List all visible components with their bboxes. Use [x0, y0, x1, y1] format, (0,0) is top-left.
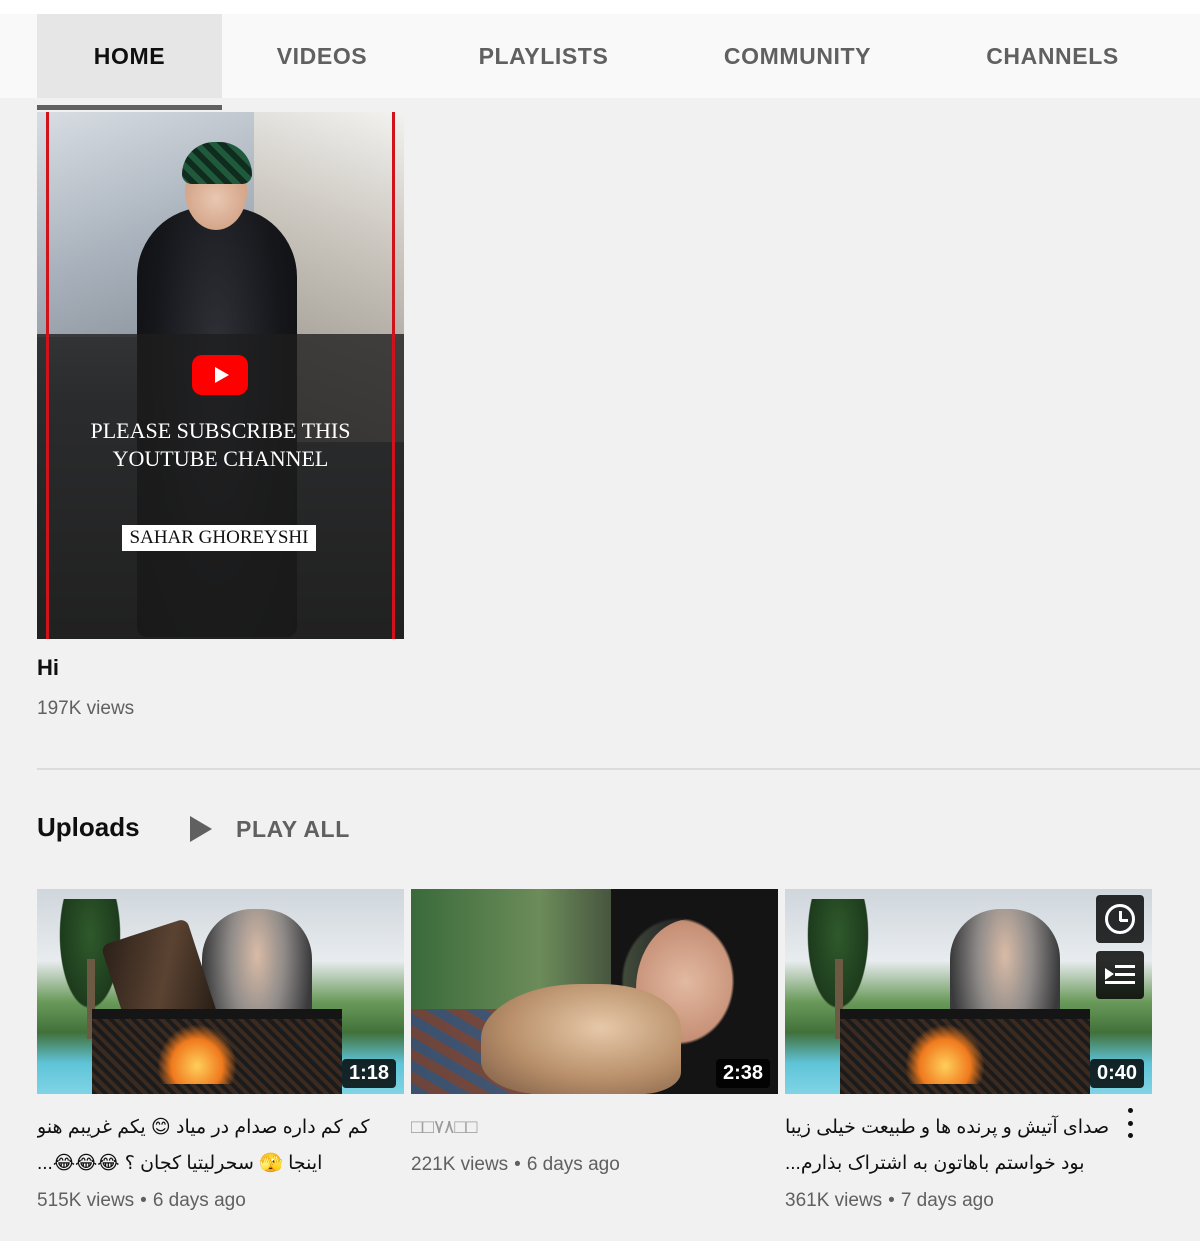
video-views: 221K views	[411, 1154, 509, 1175]
thumb-hand	[481, 984, 681, 1094]
meta-separator: •	[514, 1154, 521, 1175]
more-actions-button[interactable]	[1126, 1108, 1134, 1138]
meta-separator: •	[140, 1190, 147, 1211]
kebab-icon	[1127, 1133, 1133, 1138]
video-meta: 221K views • 6 days ago	[411, 1154, 778, 1176]
thumb-red-line-left	[46, 112, 49, 639]
video-duration: 0:40	[1089, 1059, 1144, 1088]
video-meta: 361K views • 7 days ago	[785, 1190, 1152, 1212]
video-duration: 2:38	[715, 1059, 770, 1088]
tab-videos[interactable]: VIDEOS	[232, 14, 412, 98]
video-age: 6 days ago	[526, 1154, 620, 1175]
video-card[interactable]: 0:40 صدای آتیش و پرنده ها و طبیعت خیلی ز…	[785, 889, 1152, 1212]
thumb-red-line-right	[392, 112, 395, 639]
video-card[interactable]: 1:18 کم کم داره صدام در میاد 😊 یکم غریبم…	[37, 889, 404, 1212]
video-thumbnail[interactable]: 1:18	[37, 889, 404, 1094]
video-title[interactable]: کم کم داره صدام در میاد 😊 یکم غریبم هنو …	[37, 1110, 404, 1182]
tab-channels[interactable]: CHANNELS	[960, 14, 1145, 98]
video-duration: 1:18	[341, 1059, 396, 1088]
queue-icon	[1105, 964, 1135, 986]
add-to-queue-button[interactable]	[1096, 951, 1144, 999]
video-views: 361K views	[785, 1190, 883, 1211]
channel-tab-bar: HOME VIDEOS PLAYLISTS COMMUNITY CHANNELS	[0, 0, 1200, 110]
featured-video-title[interactable]: Hi	[37, 655, 59, 681]
thumb-channel-name: SAHAR GHOREYSHI	[122, 525, 316, 551]
clock-icon	[1105, 904, 1135, 934]
video-title[interactable]: □□۷۸□□	[411, 1110, 778, 1146]
video-thumbnail[interactable]: 0:40	[785, 889, 1152, 1094]
featured-video-thumbnail[interactable]: PLEASE SUBSCRIBE THIS YOUTUBE CHANNEL SA…	[37, 112, 404, 639]
section-divider	[37, 768, 1200, 770]
thumb-fire	[157, 1024, 237, 1084]
play-icon	[190, 816, 212, 842]
video-meta: 515K views • 6 days ago	[37, 1190, 404, 1212]
thumb-fire	[905, 1024, 985, 1084]
kebab-icon	[1127, 1120, 1133, 1126]
video-thumbnail[interactable]: 2:38	[411, 889, 778, 1094]
video-views: 515K views	[37, 1190, 135, 1211]
watch-later-button[interactable]	[1096, 895, 1144, 943]
tab-playlists[interactable]: PLAYLISTS	[452, 14, 635, 98]
play-all-label: PLAY ALL	[236, 815, 350, 842]
meta-separator: •	[888, 1190, 895, 1211]
tab-home[interactable]: HOME	[37, 14, 222, 110]
thumb-subscribe-text: PLEASE SUBSCRIBE THIS YOUTUBE CHANNEL	[90, 418, 351, 471]
video-title[interactable]: صدای آتیش و پرنده ها و طبیعت خیلی زیبا ب…	[785, 1110, 1152, 1182]
video-age: 7 days ago	[900, 1190, 994, 1211]
uploads-shelf-title[interactable]: Uploads	[37, 812, 140, 843]
play-all-button[interactable]: PLAY ALL	[190, 812, 350, 846]
video-card[interactable]: 2:38 □□۷۸□□ 221K views • 6 days ago	[411, 889, 778, 1176]
kebab-icon	[1127, 1108, 1133, 1113]
video-age: 6 days ago	[152, 1190, 246, 1211]
thumbnail-hover-actions	[1096, 895, 1144, 999]
featured-video-views: 197K views	[37, 698, 135, 719]
tab-community[interactable]: COMMUNITY	[700, 14, 895, 98]
youtube-logo-icon	[192, 355, 248, 395]
